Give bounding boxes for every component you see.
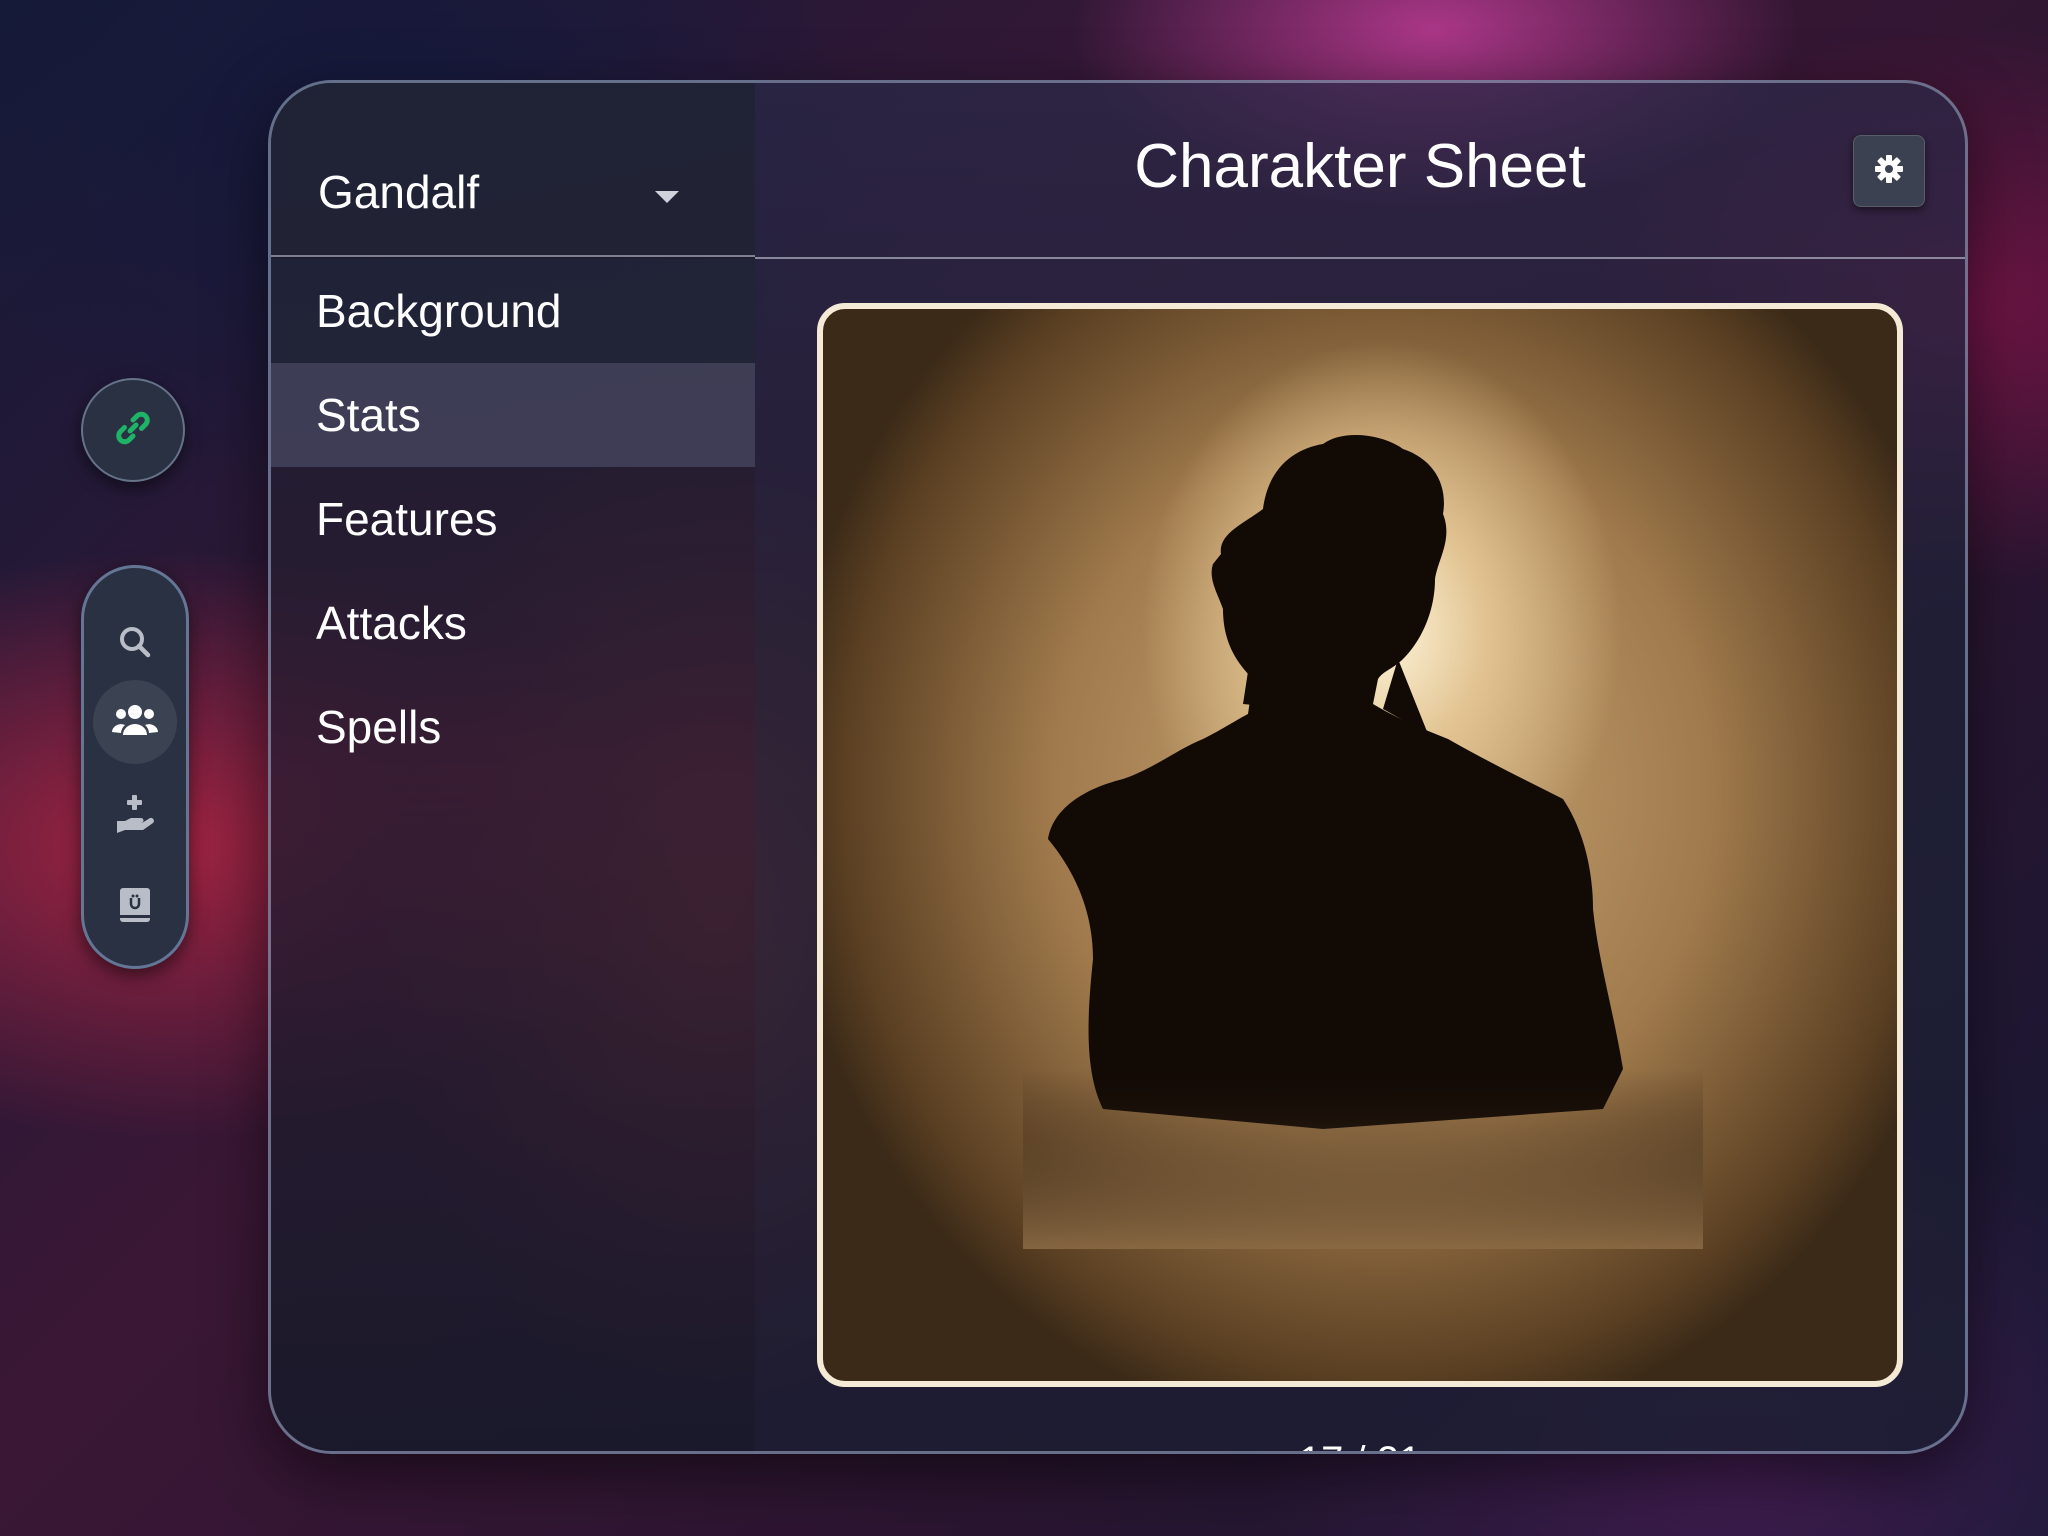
search-button[interactable]: [93, 602, 177, 686]
search-icon: [117, 624, 153, 665]
heal-button[interactable]: [93, 773, 177, 857]
nav-item-stats[interactable]: Stats: [271, 363, 755, 467]
nav-item-background[interactable]: Background: [271, 259, 755, 363]
characters-button[interactable]: [93, 680, 177, 764]
portrait-silhouette: [1023, 434, 1703, 1249]
tool-rail: [81, 565, 189, 969]
character-name: Gandalf: [318, 166, 480, 218]
nav-item-spells[interactable]: Spells: [271, 675, 755, 779]
chevron-down-icon: [655, 191, 679, 203]
gear-icon: [1873, 153, 1905, 190]
content-panel: Charakter Sheet: [755, 83, 1965, 1451]
settings-button[interactable]: [1853, 135, 1925, 207]
page-title: Charakter Sheet: [1134, 132, 1586, 201]
section-nav: Background Stats Features Attacks Spells: [271, 259, 755, 779]
book-button[interactable]: [93, 865, 177, 949]
character-portrait: [817, 303, 1903, 1387]
nav-item-attacks[interactable]: Attacks: [271, 571, 755, 675]
character-select[interactable]: Gandalf: [271, 83, 755, 257]
sidebar: Gandalf Background Stats Features Attack…: [271, 83, 755, 1451]
character-sheet-window: Gandalf Background Stats Features Attack…: [268, 80, 1968, 1454]
hand-holding-medical-icon: [115, 793, 155, 838]
content-header: Charakter Sheet: [755, 83, 1965, 259]
book-icon: [118, 886, 152, 929]
users-icon: [112, 702, 158, 743]
portrait-pager: 17 / 21: [755, 1439, 1965, 1451]
nav-item-features[interactable]: Features: [271, 467, 755, 571]
link-icon: [111, 406, 155, 455]
link-button[interactable]: [81, 378, 185, 482]
